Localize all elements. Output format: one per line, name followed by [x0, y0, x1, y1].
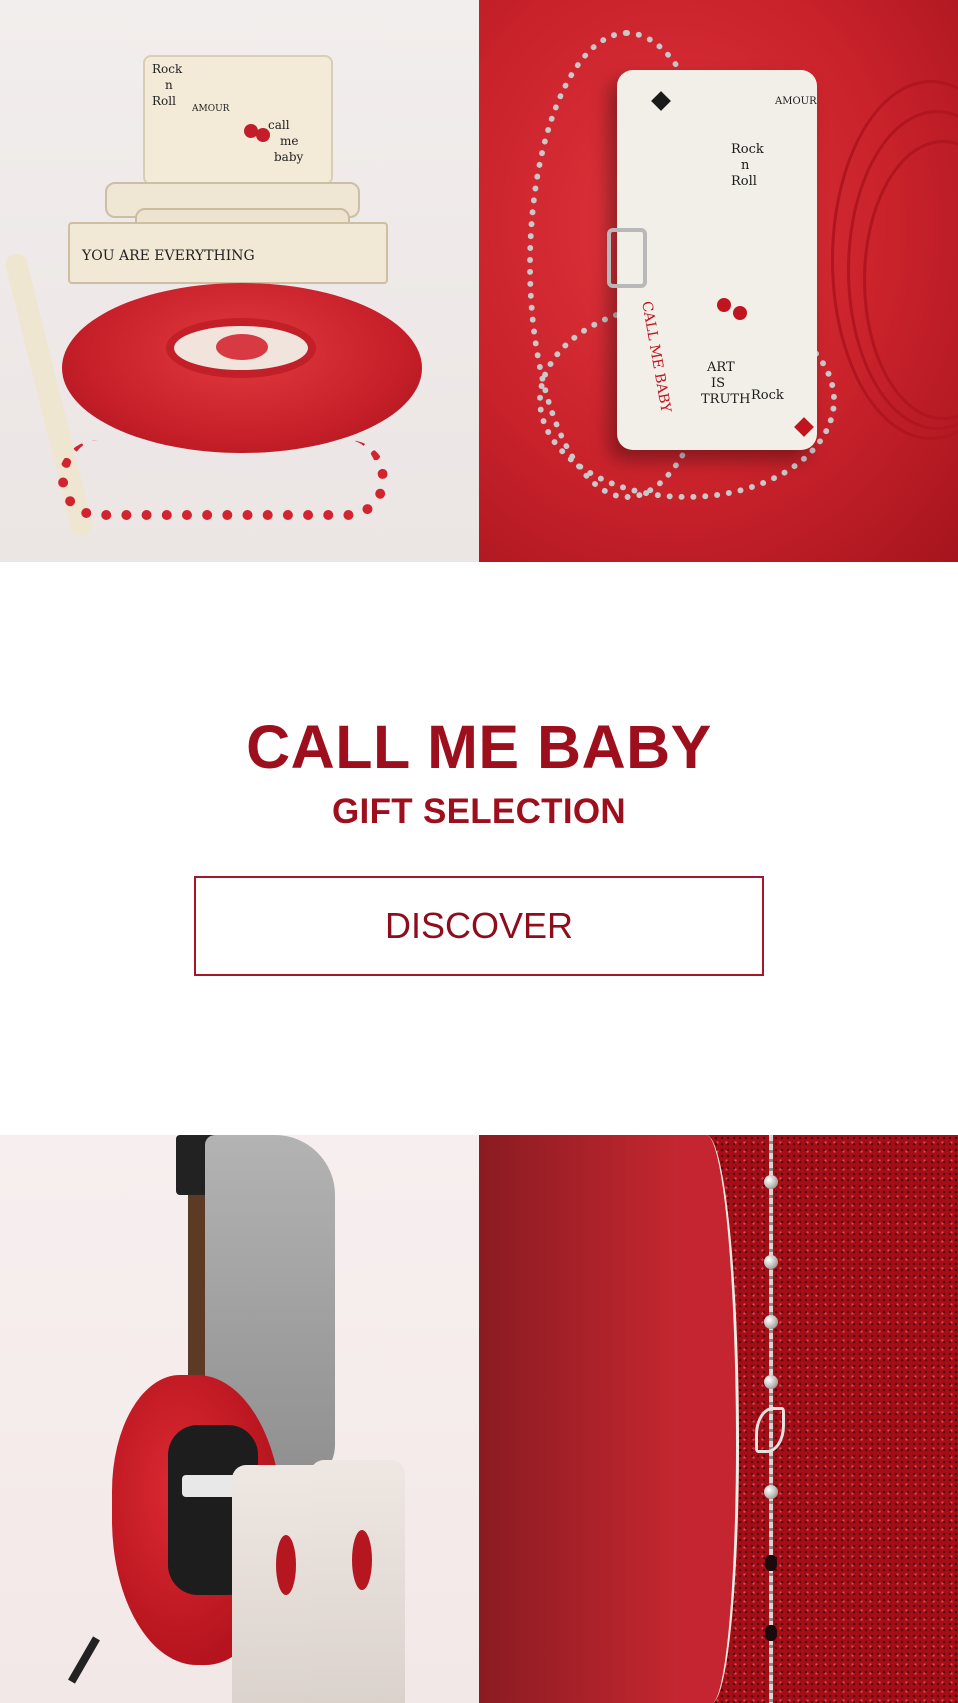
discover-button[interactable]: DISCOVER	[194, 876, 764, 976]
boot-flame-detail	[276, 1535, 296, 1595]
promo-headline: CALL ME BABY	[246, 713, 712, 781]
bracelet-stone	[765, 1625, 777, 1641]
boot-flame-detail	[352, 1530, 372, 1590]
scribble-text: YOU ARE EVERYTHING	[82, 248, 255, 264]
guitar-stand	[68, 1636, 100, 1684]
doodle-text: IS	[711, 376, 726, 391]
doodle-text: Rock	[751, 388, 784, 403]
bracelet-bead	[764, 1485, 778, 1499]
doodle-text: n	[741, 158, 750, 173]
wallets-on-telephone-image[interactable]: Rock n Roll AMOUR call me baby YOU ARE E…	[0, 0, 479, 562]
bracelet-on-glitter-image[interactable]	[479, 1135, 958, 1703]
scribble-text: Roll	[152, 94, 176, 108]
promo-banner	[0, 562, 958, 1135]
bag-clasp	[607, 228, 647, 288]
scribble-text: me	[280, 134, 299, 148]
doodle-text: Roll	[731, 174, 757, 189]
scribble-text: call	[268, 118, 290, 132]
scribble-text: AMOUR	[192, 104, 230, 114]
bracelet-bead	[764, 1255, 778, 1269]
scribble-text: Rock	[152, 62, 183, 76]
doodle-text: Rock	[731, 142, 764, 157]
top-image-row: Rock n Roll AMOUR call me baby YOU ARE E…	[0, 0, 958, 562]
guitar-pickup	[182, 1475, 238, 1497]
scribble-text: n	[165, 78, 173, 92]
doodle-text: ART	[707, 360, 735, 375]
glitter-panel	[701, 1135, 958, 1703]
scribble-text: baby	[274, 150, 304, 164]
bracelet-bead	[764, 1175, 778, 1189]
bottom-image-row	[0, 1135, 958, 1703]
telephone-dial-center	[216, 334, 268, 360]
bracelet-stone	[765, 1555, 777, 1571]
telephone-cord	[58, 440, 388, 520]
promo-subheadline: GIFT SELECTION	[332, 792, 626, 831]
doodle-text: TRUTH	[701, 392, 751, 407]
bracelet-bead	[764, 1375, 778, 1389]
doodle-text: AMOUR	[775, 96, 817, 107]
guitar-jacket-boots-image[interactable]	[0, 1135, 479, 1703]
cherry-icon	[256, 128, 270, 142]
clutch-bag-image[interactable]: AMOUR Rock n Roll CALL ME BABY ART IS TR…	[479, 0, 958, 562]
bracelet-bead	[764, 1315, 778, 1329]
